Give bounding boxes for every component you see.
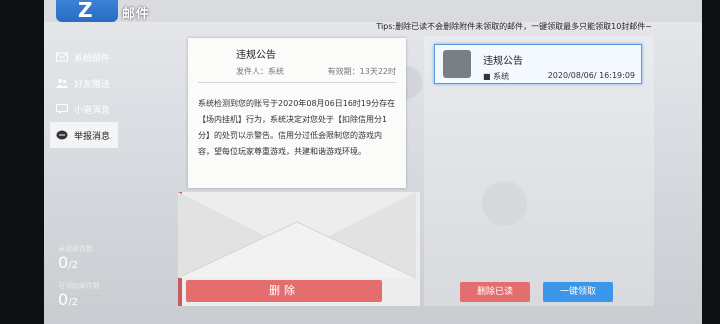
- letter-view: 违规公告 发件人：系统 有效期：13天22时 系统检测到您的账号于2020年08…: [178, 38, 420, 306]
- sidebar-item-label: 好友赠送: [74, 79, 111, 90]
- page-title: 邮件: [122, 7, 151, 22]
- list-item[interactable]: 违规公告 ■ 系统 2020/08/06/ 16:19:09: [434, 44, 642, 84]
- letter-expiry: 有效期：13天22时: [327, 67, 396, 76]
- letter-paper: 违规公告 发件人：系统 有效期：13天22时 系统检测到您的账号于2020年08…: [188, 38, 406, 188]
- mail-date: 2020/08/06/ 16:19:09: [547, 71, 635, 80]
- sender-icon: ■: [483, 72, 491, 81]
- sidebar: 系统邮件 好友赠送 小道消息 举报消息: [50, 44, 118, 148]
- mail-title: 违规公告: [483, 56, 523, 67]
- sidebar-item-system-mail[interactable]: 系统邮件: [50, 44, 118, 70]
- mail-sender: ■ 系统: [483, 72, 510, 81]
- mail-envelope-icon: [443, 50, 471, 78]
- letter-divider: [198, 82, 396, 83]
- letter-body: 系统检测到您的账号于2020年08月06日16时19分存在【场内挂机】行为，系统…: [198, 99, 396, 156]
- friends-icon: [56, 79, 68, 88]
- back-button[interactable]: Z: [56, 0, 118, 22]
- sidebar-item-friend-gifts[interactable]: 好友赠送: [50, 70, 118, 96]
- sidebar-item-label: 系统邮件: [74, 53, 111, 64]
- claimable-count: 0/2: [58, 290, 78, 309]
- sidebar-item-label: 小道消息: [74, 105, 111, 116]
- sidebar-item-label: 举报消息: [74, 131, 111, 142]
- sidebar-item-report[interactable]: 举报消息: [50, 122, 118, 148]
- letter-sender: 发件人：系统: [236, 67, 284, 76]
- logo-glyph: Z: [78, 0, 93, 22]
- report-icon: [56, 130, 68, 140]
- mail-screen: Z 邮件 Tips:删除已读不会删除附件未领取的邮件，一键领取最多只能领取10封…: [0, 0, 720, 324]
- envelope: 删除: [178, 192, 420, 306]
- chat-icon: [56, 104, 68, 114]
- letter-title: 违规公告: [236, 50, 276, 61]
- envelope-icon: [56, 52, 68, 62]
- unread-count: 0/2: [58, 253, 78, 272]
- right-frame: [700, 0, 720, 324]
- mail-counts: 未读邮件数 0/2 可领取邮件数 0/2: [58, 244, 100, 318]
- sidebar-item-gossip[interactable]: 小道消息: [50, 96, 118, 122]
- envelope-flap: [178, 192, 416, 278]
- left-frame: [0, 0, 44, 324]
- delete-button[interactable]: 删除: [186, 280, 382, 302]
- delete-read-button[interactable]: 删除已读: [460, 282, 530, 302]
- claim-all-button[interactable]: 一键领取: [543, 282, 613, 302]
- tips-text: Tips:删除已读不会删除附件未领取的邮件，一键领取最多只能领取10封邮件~: [376, 22, 652, 31]
